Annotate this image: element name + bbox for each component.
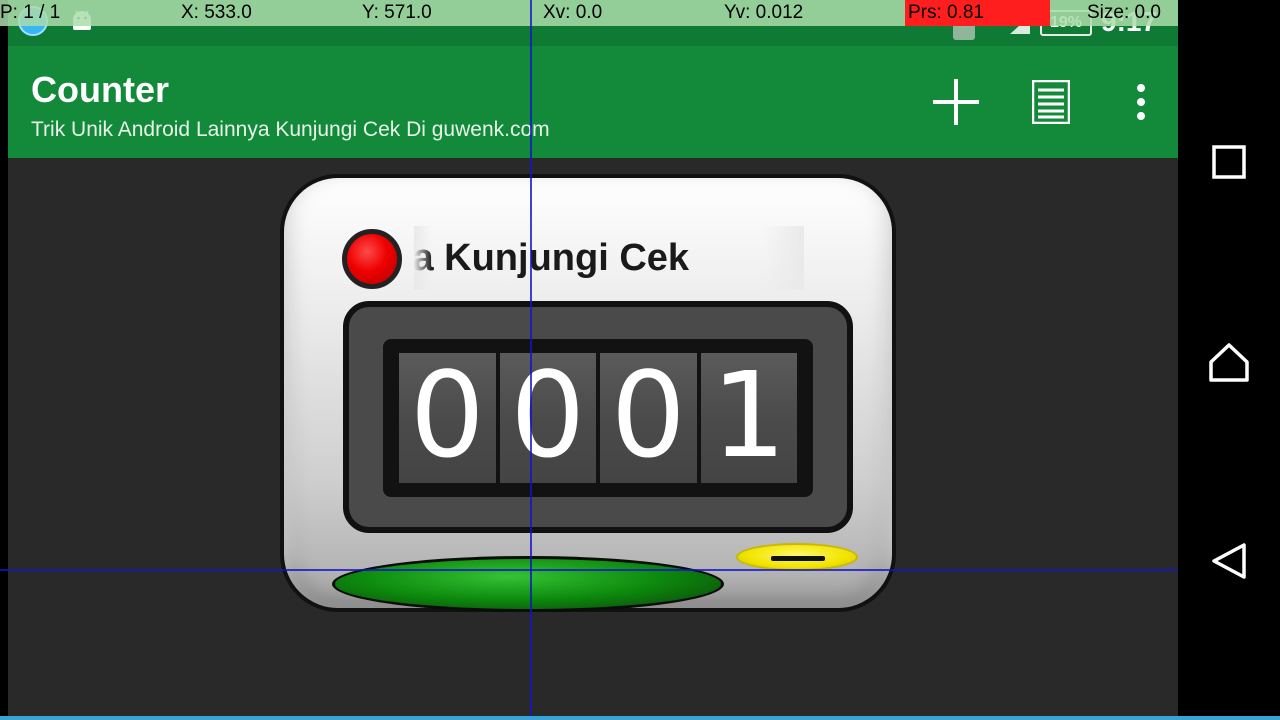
counter-device: Lainnya Kunjungi Cek 0 0 0 1 — [280, 174, 896, 612]
overlay-x: X: 533.0 — [181, 2, 252, 23]
crosshair-vertical — [530, 0, 532, 720]
counter-display: 0 0 0 1 — [343, 301, 853, 533]
reset-button[interactable] — [736, 543, 858, 571]
digit-tens: 0 — [600, 353, 697, 483]
action-bar: Counter Trik Unik Android Lainnya Kunjun… — [8, 46, 1178, 158]
recents-button[interactable] — [1204, 137, 1254, 187]
overlay-pressure: Prs: 0.81 — [908, 2, 985, 23]
overlay-y-velocity: Yv: 0.012 — [724, 2, 804, 23]
add-icon — [933, 79, 979, 125]
back-button[interactable] — [1204, 536, 1254, 586]
more-options-button[interactable] — [1113, 74, 1169, 130]
pointer-location-overlay: P: 1 / 1 X: 533.0 Y: 571.0 Xv: 0.0 Yv: 0… — [0, 0, 1280, 26]
digit-window: 0 0 0 1 — [383, 339, 813, 497]
more-vert-icon — [1137, 84, 1145, 120]
bottom-edge-line — [0, 716, 1280, 720]
overlay-x-velocity: Xv: 0.0 — [543, 2, 603, 23]
digit-thousands: 0 — [399, 353, 496, 483]
marquee-label: Lainnya Kunjungi Cek — [414, 237, 690, 279]
digit-ones: 1 — [700, 353, 797, 483]
digit-hundreds: 0 — [499, 353, 596, 483]
home-icon — [1209, 343, 1249, 382]
overlay-pointer-count: P: 1 / 1 — [0, 2, 61, 23]
count-button[interactable] — [332, 556, 724, 612]
counter-app: 19% 9:17 Counter Trik Unik Android Lainn… — [8, 0, 1178, 716]
app-title: Counter — [31, 69, 169, 110]
back-icon — [1212, 543, 1246, 579]
marquee-text: Lainnya Kunjungi Cek — [414, 226, 804, 290]
navigation-bar — [1178, 0, 1280, 720]
crosshair-horizontal — [0, 569, 1280, 571]
list-icon — [1032, 80, 1070, 124]
device-screen: 19% 9:17 Counter Trik Unik Android Lainn… — [0, 0, 1280, 720]
indicator-light — [342, 229, 402, 289]
add-button[interactable] — [928, 74, 984, 130]
home-button[interactable] — [1204, 337, 1254, 387]
recents-icon — [1212, 145, 1246, 179]
list-button[interactable] — [1023, 74, 1079, 130]
overlay-y: Y: 571.0 — [362, 2, 432, 23]
app-subtitle: Trik Unik Android Lainnya Kunjungi Cek D… — [31, 118, 550, 141]
